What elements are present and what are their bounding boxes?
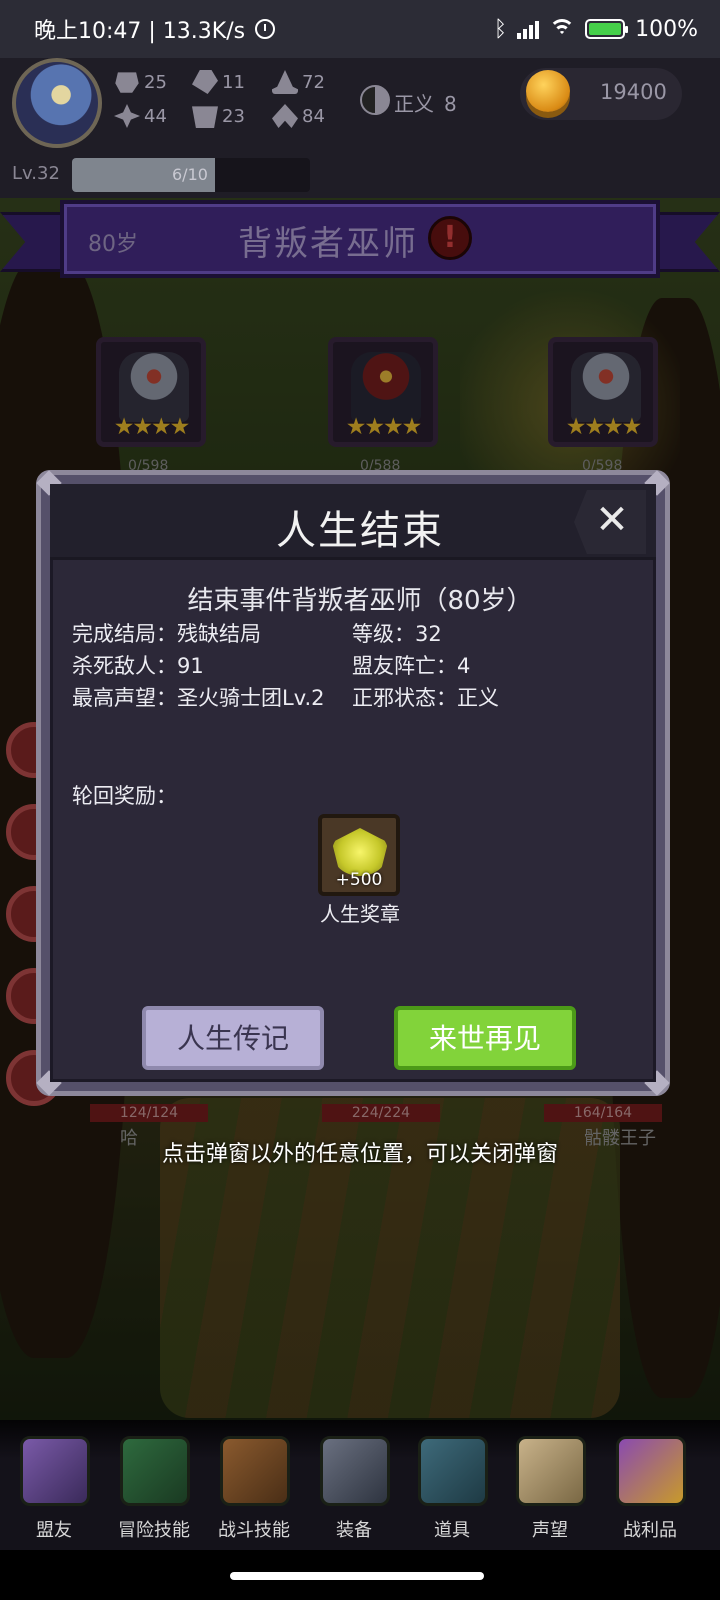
battery-percent: 100% <box>635 16 698 42</box>
game-screen: 晚上10:47 | 13.3K/s ᛒ 100% 25 11 72 44 23 … <box>0 0 720 1600</box>
close-icon[interactable]: ✕ <box>592 500 632 540</box>
next-life-button[interactable]: 来世再见 <box>394 1006 576 1070</box>
stat-defense: 23 <box>192 104 245 128</box>
xp-text: 6/10 <box>172 165 208 184</box>
wifi-icon <box>549 19 576 39</box>
status-time: 晚上10:47 | 13.3K/s <box>34 19 246 44</box>
nav-adventure-skills[interactable]: 冒险技能 <box>108 1436 200 1546</box>
allies-lost: 盟友阵亡：4 <box>352 654 471 678</box>
ending-result: 完成结局：残缺结局 <box>72 622 261 646</box>
fist-icon <box>115 72 139 93</box>
status-bar: 晚上10:47 | 13.3K/s ᛒ 100% <box>0 0 720 58</box>
life-biography-button[interactable]: 人生传记 <box>142 1006 324 1070</box>
player-level: Lv.32 <box>12 163 60 184</box>
reward-item[interactable]: +500 <box>318 814 400 896</box>
book-icon <box>120 1436 190 1506</box>
dismiss-hint: 点击弹窗以外的任意位置，可以关闭弹窗 <box>161 1142 558 1167</box>
nav-equipment[interactable]: 装备 <box>308 1436 400 1546</box>
alignment: 正义 8 <box>394 92 457 116</box>
treasure-chest-icon <box>616 1436 686 1506</box>
stat-magic: 72 <box>272 70 325 94</box>
satchel-icon <box>418 1436 488 1506</box>
enemies-killed: 杀死敌人：91 <box>72 654 204 678</box>
stat-spirit: 84 <box>272 104 325 128</box>
battery-icon <box>585 19 629 39</box>
reward-amount: +500 <box>335 870 383 890</box>
spirit-icon <box>272 104 298 128</box>
signal-icon <box>517 19 540 39</box>
boot-icon <box>192 70 218 94</box>
reward-name: 人生奖章 <box>320 902 400 926</box>
wizard-hat-icon <box>272 70 298 94</box>
nav-items[interactable]: 道具 <box>406 1436 498 1546</box>
backpack-icon <box>220 1436 290 1506</box>
player-header: 25 11 72 44 23 84 正义 8 19400 Lv.32 6/10 <box>0 58 720 198</box>
coin-count: 19400 <box>600 80 667 104</box>
nav-reputation[interactable]: 声望 <box>504 1436 596 1546</box>
nav-loot[interactable]: 战利品 <box>604 1436 696 1546</box>
highest-reputation: 最高声望：圣火骑士团Lv.2 <box>72 686 325 710</box>
stat-luck: 44 <box>114 104 167 128</box>
clover-icon <box>114 104 140 128</box>
alarm-icon <box>255 19 276 39</box>
stat-agility: 11 <box>192 70 245 94</box>
crossed-swords-icon <box>320 1436 390 1506</box>
scroll-icon <box>516 1436 586 1506</box>
coin-icon <box>526 70 570 112</box>
dialog-subtitle: 结束事件背叛者巫师（80岁） <box>187 586 533 616</box>
player-avatar[interactable] <box>12 58 102 148</box>
medal-icon <box>332 828 388 876</box>
nav-allies[interactable]: 盟友 <box>8 1436 100 1546</box>
armor-icon <box>192 106 218 128</box>
home-indicator[interactable] <box>230 1572 484 1580</box>
yin-yang-icon <box>360 85 390 115</box>
stat-power: 25 <box>114 70 167 94</box>
alignment-status: 正邪状态：正义 <box>352 686 499 710</box>
xp-bar: 6/10 <box>72 158 310 192</box>
bluetooth-icon: ᛒ <box>493 16 508 42</box>
nav-combat-skills[interactable]: 战斗技能 <box>208 1436 300 1546</box>
reward-label: 轮回奖励： <box>72 784 177 808</box>
gesture-bar <box>0 1550 720 1600</box>
handshake-icon <box>20 1436 90 1506</box>
final-level: 等级：32 <box>352 622 442 646</box>
